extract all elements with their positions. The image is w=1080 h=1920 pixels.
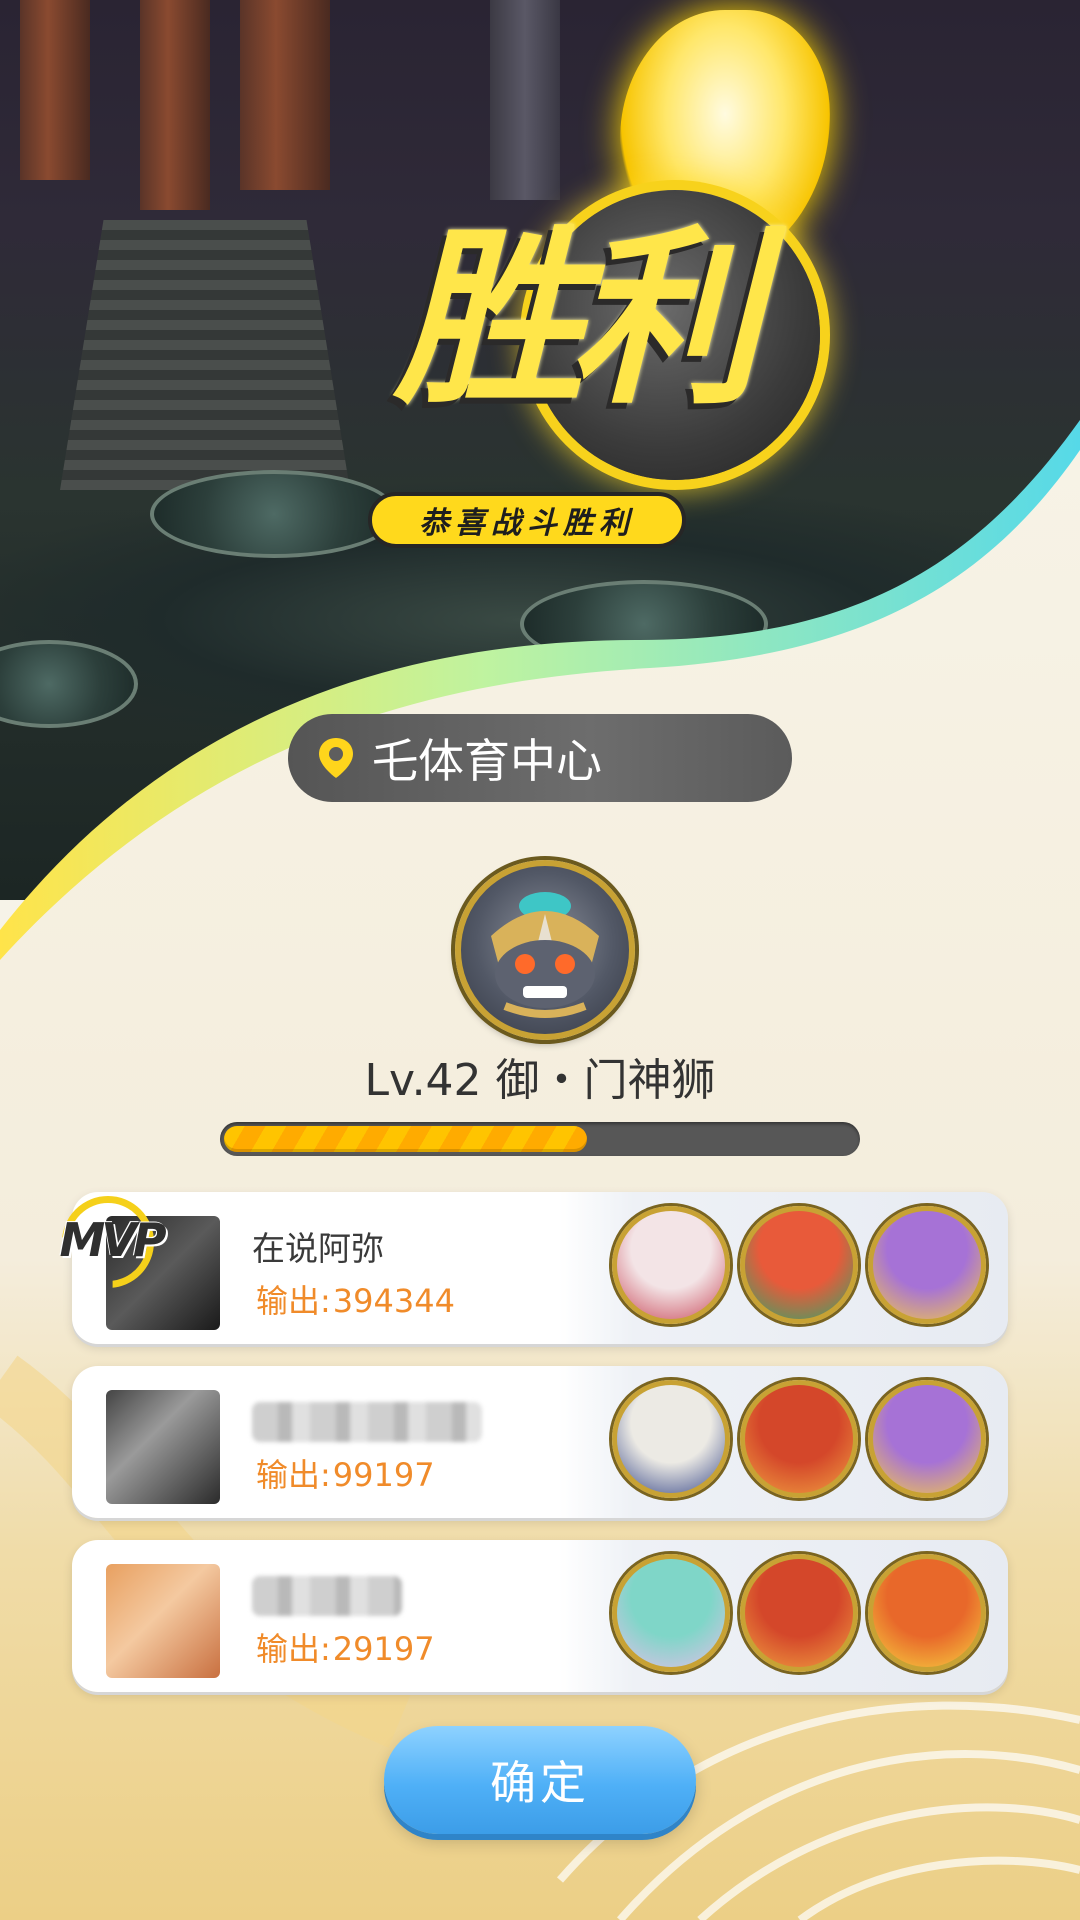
hero-fox-eared-swordsman-icon[interactable] [612, 1380, 730, 1498]
player-avatar[interactable] [106, 1390, 220, 1504]
map-pin-icon [319, 738, 353, 778]
player-output: 输出:394344 [256, 1276, 455, 1322]
player-name [252, 1576, 402, 1616]
victory-subtitle: 恭喜战斗胜利 [368, 492, 686, 548]
player-output: 输出:99197 [256, 1450, 435, 1496]
output-label: 输出: [256, 1630, 331, 1668]
location-name: 乇体育中心 [372, 734, 602, 788]
victory-title: 胜利 [393, 209, 760, 430]
hero-avatar [455, 860, 635, 1040]
output-label: 输出: [256, 1456, 331, 1494]
hero-red-dragon-icon[interactable] [740, 1380, 858, 1498]
hero-red-dragon-icon[interactable] [740, 1554, 858, 1672]
output-value: 99197 [332, 1456, 435, 1494]
player-avatar[interactable] [106, 1564, 220, 1678]
experience-bar [220, 1122, 860, 1156]
hero-crystal-warrior-icon[interactable] [740, 1206, 858, 1324]
team-heroes [612, 1554, 986, 1672]
mvp-badge: MVP [52, 1196, 170, 1288]
hero-flame-lion-warrior-icon[interactable] [868, 1554, 986, 1672]
hero-level-name: Lv.42 御・门神狮 [364, 1055, 716, 1106]
output-label: 输出: [256, 1282, 331, 1320]
team-heroes [612, 1206, 986, 1324]
player-name: 在说阿弥 [252, 1229, 384, 1268]
confirm-button[interactable]: 确定 [384, 1726, 696, 1834]
victory-emblem: 胜利 恭喜战斗胜利 [290, 0, 830, 560]
player-output: 输出:29197 [256, 1624, 435, 1670]
hero-purple-hair-priestess-icon[interactable] [868, 1380, 986, 1498]
hero-purple-hair-priestess-icon[interactable] [868, 1206, 986, 1324]
location-bar: 乇体育中心 [288, 714, 792, 802]
player-card[interactable]: 输出:29197 [72, 1540, 1008, 1692]
team-heroes [612, 1380, 986, 1498]
guardian-lion-portrait [491, 892, 599, 1018]
output-value: 29197 [332, 1630, 435, 1668]
mvp-label: MVP [59, 1213, 166, 1267]
hero-white-hair-girl-icon[interactable] [612, 1206, 730, 1324]
player-name [252, 1402, 482, 1442]
hero-teal-hair-girl-icon[interactable] [612, 1554, 730, 1672]
player-card[interactable]: MVP 在说阿弥输出:394344 [59, 1192, 1008, 1344]
output-value: 394344 [332, 1282, 455, 1320]
experience-fill [224, 1126, 588, 1152]
player-card[interactable]: 输出:99197 [72, 1366, 1008, 1518]
